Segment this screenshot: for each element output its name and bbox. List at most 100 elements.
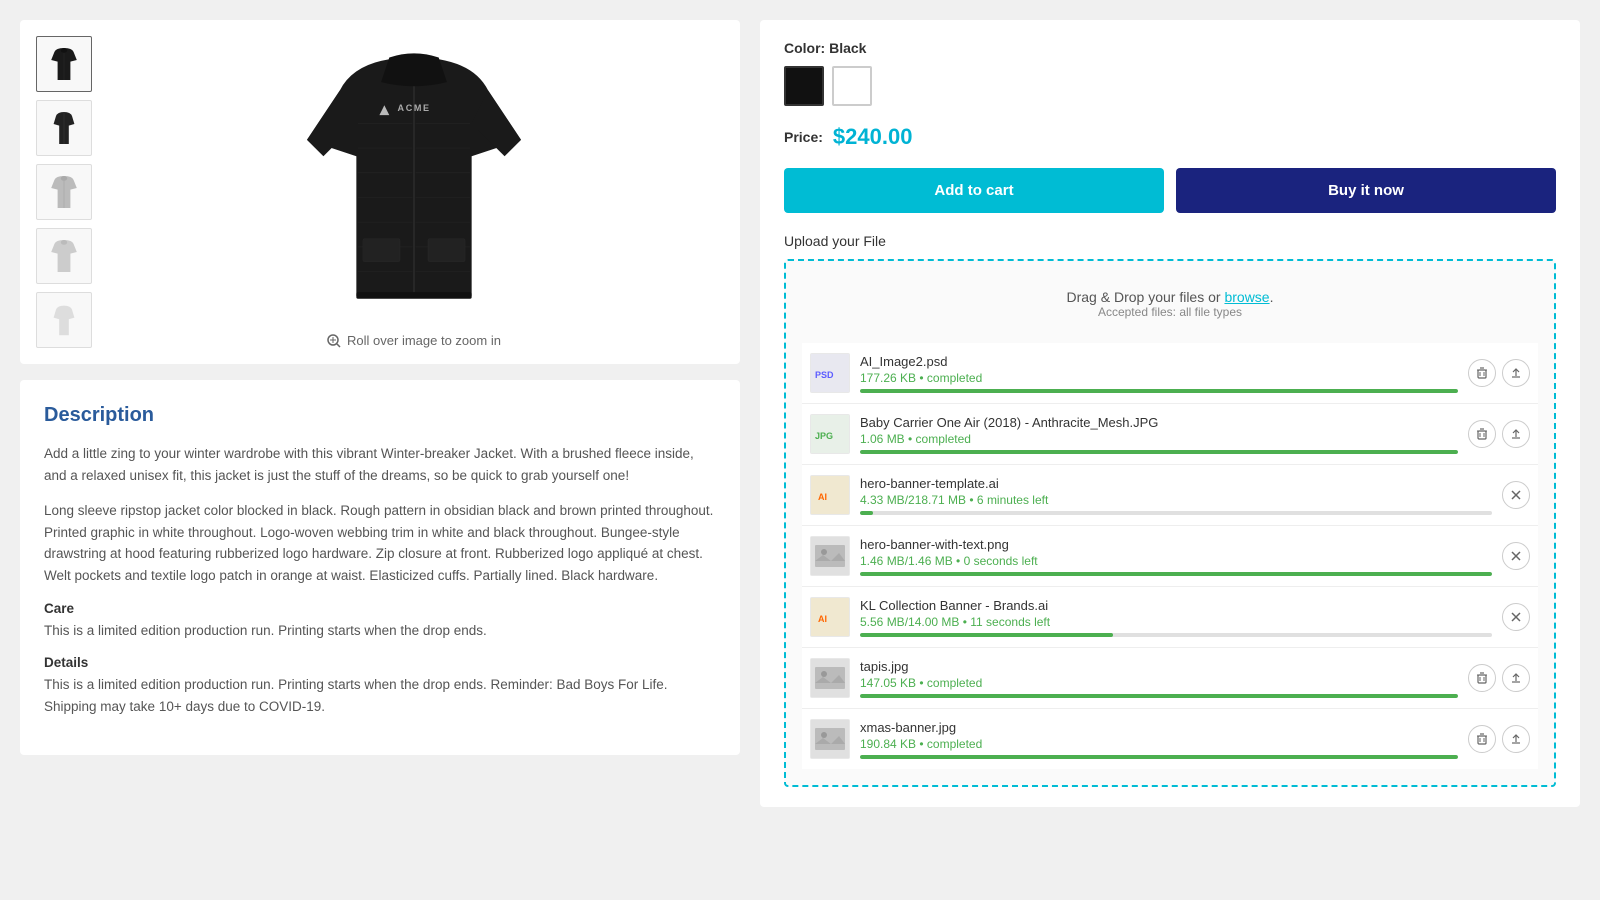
file-thumb-3 bbox=[810, 536, 850, 576]
file-thumb-1: JPG bbox=[810, 414, 850, 454]
file-progress-bar-1 bbox=[860, 450, 1458, 454]
file-upload-btn-6[interactable] bbox=[1502, 725, 1530, 753]
zoom-hint: Roll over image to zoom in bbox=[327, 333, 501, 348]
file-list: PSD AI_Image2.psd177.26 KB • completed J… bbox=[802, 343, 1538, 769]
file-delete-btn-6[interactable] bbox=[1468, 725, 1496, 753]
left-panel: ACME bbox=[20, 20, 740, 807]
file-actions-6 bbox=[1468, 725, 1530, 753]
svg-text:PSD: PSD bbox=[815, 370, 834, 380]
care-text: This is a limited edition production run… bbox=[44, 620, 716, 642]
file-actions-1 bbox=[1468, 420, 1530, 448]
price-label: Price: bbox=[784, 129, 823, 145]
file-delete-btn-5[interactable] bbox=[1468, 664, 1496, 692]
thumbnail-1[interactable] bbox=[36, 36, 92, 92]
add-to-cart-button[interactable]: Add to cart bbox=[784, 168, 1164, 213]
file-close-btn-3[interactable] bbox=[1502, 542, 1530, 570]
svg-text:AI: AI bbox=[818, 492, 827, 502]
file-item-6: xmas-banner.jpg 190.84 KB • completed bbox=[802, 709, 1538, 769]
main-image-container: ACME bbox=[104, 36, 724, 348]
file-name-4: KL Collection Banner - Brands.ai bbox=[860, 598, 1492, 613]
zoom-hint-text: Roll over image to zoom in bbox=[347, 333, 501, 348]
file-progress-bar-6 bbox=[860, 755, 1458, 759]
upload-area[interactable]: Drag & Drop your files or browse. Accept… bbox=[784, 259, 1556, 787]
file-progress-4 bbox=[860, 633, 1492, 637]
details-label: Details bbox=[44, 655, 716, 670]
details-text: This is a limited edition production run… bbox=[44, 674, 716, 717]
color-swatches bbox=[784, 66, 1556, 106]
right-panel: Color: Black Price: $240.00 Add to cart … bbox=[760, 20, 1580, 807]
file-thumb-2: AI bbox=[810, 475, 850, 515]
description-section: Description Add a little zing to your wi… bbox=[20, 380, 740, 755]
file-upload-btn-1[interactable] bbox=[1502, 420, 1530, 448]
care-label: Care bbox=[44, 601, 716, 616]
file-thumb-5 bbox=[810, 658, 850, 698]
file-status-5: 147.05 KB • completed bbox=[860, 676, 1458, 690]
file-progress-1 bbox=[860, 450, 1458, 454]
action-buttons: Add to cart Buy it now bbox=[784, 168, 1556, 213]
file-status-6: 190.84 KB • completed bbox=[860, 737, 1458, 751]
file-item-5: tapis.jpg 147.05 KB • completed bbox=[802, 648, 1538, 709]
upload-label: Upload your File bbox=[784, 233, 1556, 249]
file-close-btn-4[interactable] bbox=[1502, 603, 1530, 631]
file-upload-btn-5[interactable] bbox=[1502, 664, 1530, 692]
file-status-2: 4.33 MB/218.71 MB • 6 minutes left bbox=[860, 493, 1492, 507]
color-label: Color: Black bbox=[784, 40, 1556, 56]
price-row: Price: $240.00 bbox=[784, 124, 1556, 150]
file-progress-0 bbox=[860, 389, 1458, 393]
file-info-2: hero-banner-template.ai 4.33 MB/218.71 MB… bbox=[860, 476, 1492, 515]
file-actions-3 bbox=[1502, 542, 1530, 570]
file-name-2: hero-banner-template.ai bbox=[860, 476, 1492, 491]
file-item-1: JPG Baby Carrier One Air (2018) - Anthra… bbox=[802, 404, 1538, 465]
file-progress-6 bbox=[860, 755, 1458, 759]
file-progress-bar-3 bbox=[860, 572, 1492, 576]
product-options: Color: Black Price: $240.00 Add to cart … bbox=[760, 20, 1580, 807]
file-progress-bar-5 bbox=[860, 694, 1458, 698]
file-status-3: 1.46 MB/1.46 MB • 0 seconds left bbox=[860, 554, 1492, 568]
file-item-0: PSD AI_Image2.psd177.26 KB • completed bbox=[802, 343, 1538, 404]
file-info-5: tapis.jpg 147.05 KB • completed bbox=[860, 659, 1458, 698]
file-progress-3 bbox=[860, 572, 1492, 576]
file-thumb-6 bbox=[810, 719, 850, 759]
description-para-1: Add a little zing to your winter wardrob… bbox=[44, 443, 716, 486]
file-thumb-4: AI bbox=[810, 597, 850, 637]
description-para-2: Long sleeve ripstop jacket color blocked… bbox=[44, 500, 716, 586]
main-product-image: ACME bbox=[104, 36, 724, 325]
color-swatch-black[interactable] bbox=[784, 66, 824, 106]
thumbnail-2[interactable] bbox=[36, 100, 92, 156]
thumbnail-list bbox=[36, 36, 92, 348]
drop-zone-text: Drag & Drop your files or bbox=[1067, 289, 1221, 305]
buy-it-now-button[interactable]: Buy it now bbox=[1176, 168, 1556, 213]
file-actions-2 bbox=[1502, 481, 1530, 509]
browse-link[interactable]: browse bbox=[1224, 289, 1269, 305]
file-name-5: tapis.jpg bbox=[860, 659, 1458, 674]
color-swatch-white[interactable] bbox=[832, 66, 872, 106]
file-info-1: Baby Carrier One Air (2018) - Anthracite… bbox=[860, 415, 1458, 454]
file-progress-bar-4 bbox=[860, 633, 1113, 637]
file-info-4: KL Collection Banner - Brands.ai5.56 MB/… bbox=[860, 598, 1492, 637]
file-progress-bar-2 bbox=[860, 511, 873, 515]
accepted-files-text: Accepted files: all file types bbox=[802, 305, 1538, 319]
price-value: $240.00 bbox=[833, 124, 913, 150]
file-info-3: hero-banner-with-text.png1.46 MB/1.46 MB… bbox=[860, 537, 1492, 576]
color-label-text: Color: bbox=[784, 40, 825, 56]
file-progress-5 bbox=[860, 694, 1458, 698]
file-name-1: Baby Carrier One Air (2018) - Anthracite… bbox=[860, 415, 1458, 430]
thumbnail-4[interactable] bbox=[36, 228, 92, 284]
thumbnail-5[interactable] bbox=[36, 292, 92, 348]
file-item-2: AI hero-banner-template.ai 4.33 MB/218.71… bbox=[802, 465, 1538, 526]
file-name-6: xmas-banner.jpg bbox=[860, 720, 1458, 735]
color-value-text: Black bbox=[829, 40, 866, 56]
file-status-0: 177.26 KB • completed bbox=[860, 371, 1458, 385]
file-upload-btn-0[interactable] bbox=[1502, 359, 1530, 387]
file-actions-4 bbox=[1502, 603, 1530, 631]
svg-text:AI: AI bbox=[818, 614, 827, 624]
file-info-0: AI_Image2.psd177.26 KB • completed bbox=[860, 354, 1458, 393]
file-delete-btn-1[interactable] bbox=[1468, 420, 1496, 448]
file-delete-btn-0[interactable] bbox=[1468, 359, 1496, 387]
thumbnail-3[interactable] bbox=[36, 164, 92, 220]
file-thumb-0: PSD bbox=[810, 353, 850, 393]
product-image-section: ACME bbox=[20, 20, 740, 364]
file-actions-0 bbox=[1468, 359, 1530, 387]
svg-text:ACME: ACME bbox=[398, 103, 431, 113]
file-close-btn-2[interactable] bbox=[1502, 481, 1530, 509]
